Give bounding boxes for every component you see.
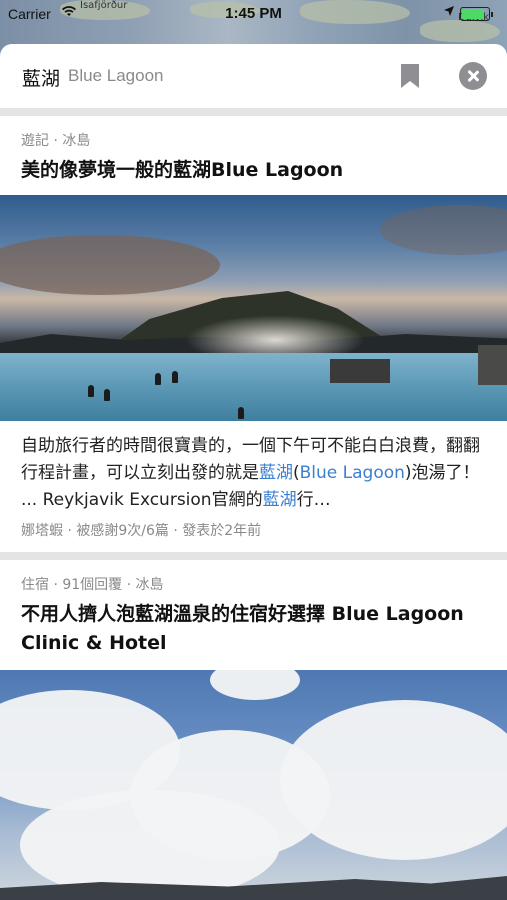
search-query[interactable]: 藍湖 (22, 64, 60, 91)
result-card[interactable]: 住宿 · 91個回覆 · 冰島 不用人擠人泡藍湖溫泉的住宿好選擇 Blue La… (0, 560, 507, 900)
location-arrow-icon (444, 5, 454, 19)
result-excerpt: 自助旅行者的時間很寶貴的，一個下午可不能白白浪費，翻翻行程計畫，可以立刻出發的就… (21, 436, 480, 510)
result-card[interactable]: 遊記 · 冰島 美的像夢境一般的藍湖Blue Lagoon 自助旅行者的時間很寶… (0, 116, 507, 552)
result-meta: 遊記 · 冰島 (21, 133, 91, 149)
status-bar: Carrier Ísafjörður 1:45 PM Dalvík (0, 0, 507, 28)
divider (0, 108, 507, 116)
result-meta: 住宿 · 91個回覆 · 冰島 (21, 577, 164, 593)
battery-icon (460, 7, 493, 21)
search-header: 藍湖 Blue Lagoon (0, 44, 507, 108)
status-time: 1:45 PM (225, 5, 282, 22)
result-title[interactable]: 美的像夢境一般的藍湖Blue Lagoon (0, 156, 507, 185)
close-icon[interactable] (459, 62, 487, 90)
result-photo[interactable] (0, 670, 507, 900)
search-results-sheet: 藍湖 Blue Lagoon 遊記 · 冰島 美的像夢境一般的藍湖Blue La… (0, 44, 507, 900)
result-photo[interactable] (0, 195, 507, 421)
result-title[interactable]: 不用人擠人泡藍湖溫泉的住宿好選擇 Blue Lagoon Clinic & Ho… (0, 600, 507, 658)
result-author-meta: 娜塔蝦 · 被感謝9次/6篇 · 發表於2年前 (21, 523, 262, 539)
bookmark-icon[interactable] (398, 62, 422, 90)
search-query-subtitle: Blue Lagoon (68, 66, 164, 85)
divider (0, 552, 507, 560)
